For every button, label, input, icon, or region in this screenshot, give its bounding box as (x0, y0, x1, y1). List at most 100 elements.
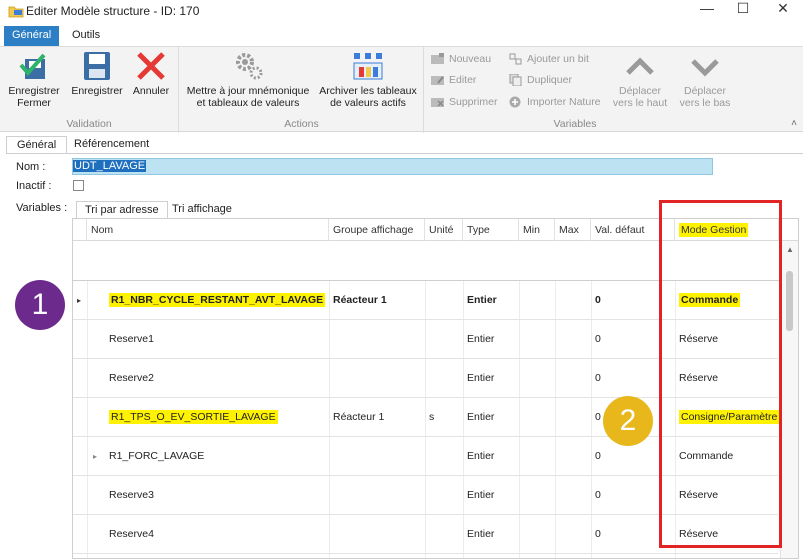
ribbon: Enregistrer Fermer Enregistrer Annuler V… (0, 46, 803, 133)
import-nature-button[interactable]: Importer Nature (509, 94, 601, 110)
variables-label: Variables : (16, 202, 68, 214)
cell-type: Entier (467, 333, 495, 345)
edit-label: Editer (449, 74, 477, 86)
cell-val-defaut: 0 (595, 294, 601, 306)
edit-button[interactable]: Editer (431, 72, 476, 88)
minimize-button[interactable]: — (690, 0, 724, 18)
cell-groupe (329, 320, 333, 359)
scroll-up-icon[interactable]: ▲ (786, 245, 794, 254)
cell-max (555, 281, 559, 320)
tab-sort-by-address[interactable]: Tri par adresse (76, 201, 168, 219)
cell-min (519, 320, 523, 359)
delete-label: Supprimer (449, 96, 498, 108)
new-button[interactable]: Nouveau (431, 51, 491, 67)
row-expander-icon[interactable]: ▸ (77, 281, 81, 320)
move-down-button[interactable]: Déplacer vers le bas (675, 49, 735, 109)
column-header-groupe[interactable]: Groupe affichage (329, 219, 425, 241)
cell-min (519, 398, 523, 437)
cell-max (555, 359, 559, 398)
save-button[interactable]: Enregistrer (66, 49, 128, 97)
delete-icon (431, 98, 444, 107)
cell-val-defaut: 0 (595, 372, 601, 384)
window-title: Editer Modèle structure - ID: 170 (26, 4, 200, 18)
cell-unite (425, 359, 429, 398)
cell-nom-highlight: R1_NBR_CYCLE_RESTANT_AVT_LAVAGE (109, 293, 326, 307)
editor-window: Editer Modèle structure - ID: 170 — ☐ ✕ … (0, 0, 803, 559)
tab-referencement[interactable]: Référencement (64, 136, 159, 154)
annotation-red-box (659, 200, 782, 548)
cell-unite: s (429, 411, 435, 423)
duplicate-button[interactable]: Dupliquer (509, 72, 572, 88)
ribbon-tabs: Général Outils (0, 26, 803, 46)
cell-type: Entier (467, 450, 495, 462)
import-nature-label: Importer Nature (527, 96, 601, 108)
cell-type: Entier (467, 372, 495, 384)
save-close-button[interactable]: Enregistrer Fermer (4, 49, 64, 109)
cell-nom: R1_TPS_O_EV_SORTIE_LAVAGE (105, 398, 278, 437)
cell-groupe: Réacteur 1 (333, 294, 387, 306)
tab-sort-by-display[interactable]: Tri affichage (164, 201, 240, 219)
title-bar: Editer Modèle structure - ID: 170 — ☐ ✕ (0, 0, 803, 24)
add-bit-icon (509, 53, 522, 65)
cell-val-defaut: 0 (595, 450, 601, 462)
cell-nom: R1_NBR_CYCLE_RESTANT_AVT_LAVAGE (105, 281, 326, 320)
new-label: Nouveau (449, 53, 492, 65)
scroll-thumb[interactable] (786, 271, 793, 331)
name-value: UDT_LAVAGE (73, 160, 147, 172)
folder-icon (8, 6, 24, 18)
cell-unite (425, 281, 429, 320)
cell-groupe (329, 476, 333, 515)
cell-unite (425, 476, 429, 515)
move-up-label: Déplacer vers le haut (612, 85, 668, 109)
save-icon (84, 52, 110, 80)
ribbon-group-validation: Enregistrer Fermer Enregistrer Annuler V… (0, 47, 179, 133)
cell-max (555, 320, 559, 359)
page-tabs: Général Référencement (0, 134, 803, 154)
move-up-button[interactable]: Déplacer vers le haut (611, 49, 669, 109)
save-close-icon (19, 53, 46, 79)
save-close-label: Enregistrer Fermer (8, 85, 60, 109)
cell-val-defaut: 0 (595, 333, 601, 345)
add-bit-label: Ajouter un bit (527, 53, 589, 65)
cell-max (555, 476, 559, 515)
annotation-badge-1: 1 (15, 280, 65, 330)
cell-max (555, 398, 559, 437)
cell-nom: Reserve4 (109, 528, 154, 540)
cell-min (519, 359, 523, 398)
column-header-max[interactable]: Max (555, 219, 591, 241)
close-window-button[interactable]: ✕ (766, 0, 800, 18)
cell-val-defaut: 0 (595, 411, 601, 423)
cell-max (555, 515, 559, 554)
cell-min (519, 281, 523, 320)
add-bit-button[interactable]: Ajouter un bit (509, 51, 589, 67)
duplicate-icon (509, 74, 522, 86)
new-icon (431, 53, 444, 64)
collapse-ribbon-icon[interactable]: ˄ (791, 118, 797, 129)
tab-general[interactable]: Général (4, 26, 60, 46)
inactive-checkbox[interactable] (73, 180, 84, 191)
cancel-button[interactable]: Annuler (128, 49, 174, 97)
archive-tables-button[interactable]: Archiver les tableaux de valeurs actifs (314, 49, 422, 109)
tab-page-general[interactable]: Général (6, 136, 68, 154)
cell-nom: Reserve1 (109, 333, 154, 345)
ribbon-group-validation-label: Validation (66, 118, 112, 130)
delete-button[interactable]: Supprimer (431, 94, 497, 110)
cell-groupe (329, 515, 333, 554)
update-mnemonic-button[interactable]: Mettre à jour mnémonique et tableaux de … (184, 49, 312, 109)
column-header-min[interactable]: Min (519, 219, 555, 241)
maximize-button[interactable]: ☐ (726, 0, 760, 18)
column-header-nom[interactable]: Nom (87, 219, 329, 241)
cell-nom-highlight: R1_TPS_O_EV_SORTIE_LAVAGE (109, 410, 278, 424)
cell-type: Entier (467, 489, 495, 501)
cell-min (519, 515, 523, 554)
column-header-type[interactable]: Type (463, 219, 519, 241)
grid-vertical-scrollbar[interactable]: ▲ (780, 241, 798, 558)
archive-icon (353, 53, 383, 80)
tab-outils[interactable]: Outils (64, 26, 108, 46)
cell-min (519, 476, 523, 515)
name-input[interactable]: UDT_LAVAGE (72, 158, 713, 175)
close-icon (137, 52, 165, 80)
annotation-badge-2: 2 (603, 396, 653, 446)
row-expander-icon[interactable]: ▸ (93, 437, 97, 476)
column-header-unite[interactable]: Unité (425, 219, 463, 241)
